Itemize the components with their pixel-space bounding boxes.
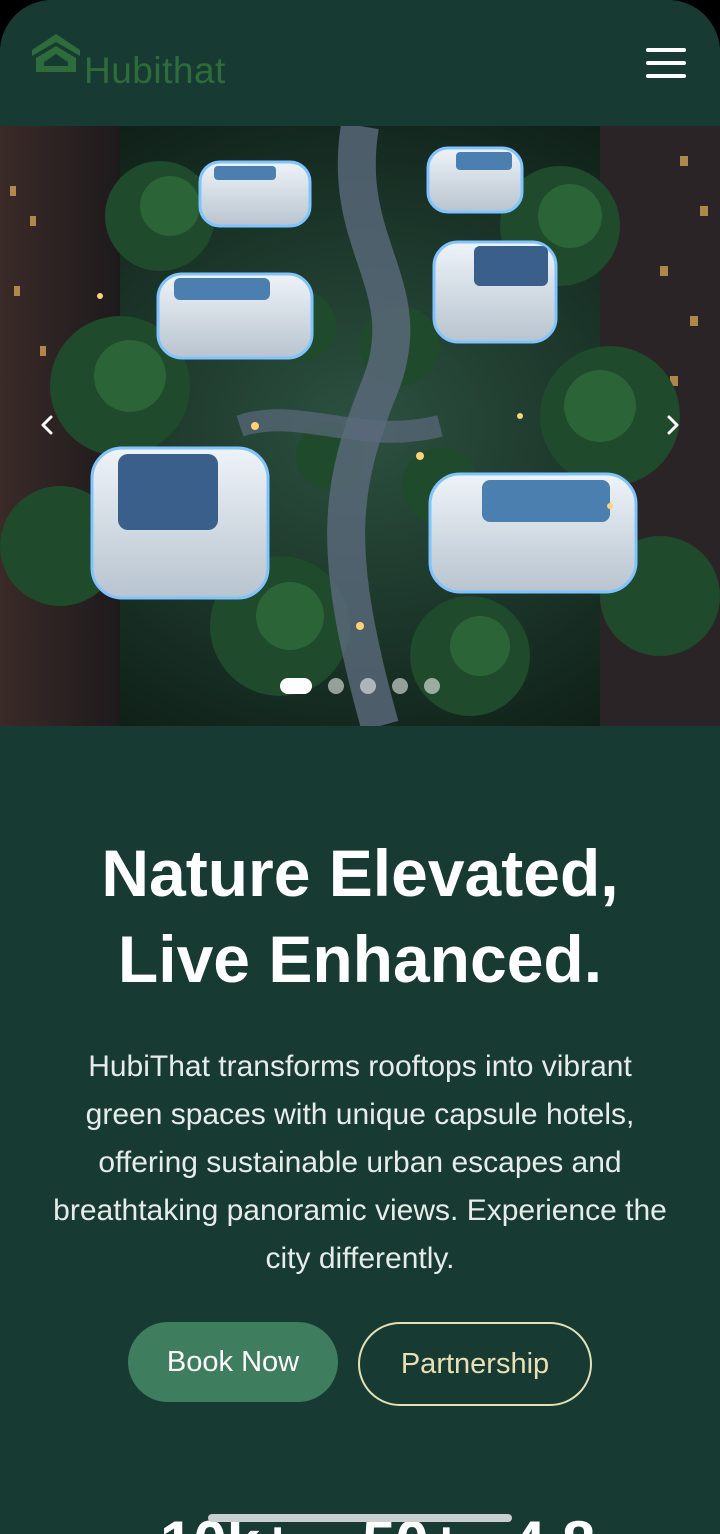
brand-name: Hubithat	[84, 50, 226, 91]
description-line-2: green spaces with unique capsule hotels,	[85, 1098, 635, 1131]
stat-value-rating: 4.8	[512, 1508, 595, 1534]
carousel-indicators	[280, 678, 456, 694]
carousel-dot-1[interactable]	[280, 678, 312, 694]
hero-headline: Nature Elevated, Live Enhanced.	[0, 830, 720, 1002]
home-indicator[interactable]	[208, 1514, 512, 1522]
description-line-3: offering sustainable urban escapes and	[98, 1146, 622, 1179]
hero-carousel[interactable]	[0, 126, 720, 726]
description-line-4: breathtaking panoramic views. Experience…	[53, 1194, 667, 1227]
carousel-dot-5[interactable]	[424, 678, 440, 694]
house-roof-icon	[32, 34, 80, 72]
top-navbar: Hubithat	[0, 0, 720, 126]
headline-line-2: Live Enhanced.	[117, 922, 603, 996]
hero-description: HubiThat transforms rooftops into vibran…	[30, 1043, 690, 1283]
book-now-button[interactable]: Book Now	[128, 1322, 338, 1402]
carousel-dot-2[interactable]	[328, 678, 344, 694]
carousel-dot-4[interactable]	[392, 678, 408, 694]
description-line-5: city differently.	[265, 1242, 455, 1275]
app-screen: Hubithat Nature Elevated, Live Enhanced.…	[0, 0, 720, 1534]
brand-logo[interactable]: Hubithat	[30, 32, 260, 92]
chevron-left-icon[interactable]	[32, 410, 62, 440]
headline-line-1: Nature Elevated,	[101, 836, 619, 910]
partnership-button[interactable]: Partnership	[358, 1322, 592, 1406]
description-line-1: HubiThat transforms rooftops into vibran…	[88, 1050, 632, 1083]
hamburger-menu-icon[interactable]	[646, 48, 686, 84]
chevron-right-icon[interactable]	[658, 410, 688, 440]
rooftop-garden-image	[0, 126, 720, 726]
carousel-dot-3[interactable]	[360, 678, 376, 694]
